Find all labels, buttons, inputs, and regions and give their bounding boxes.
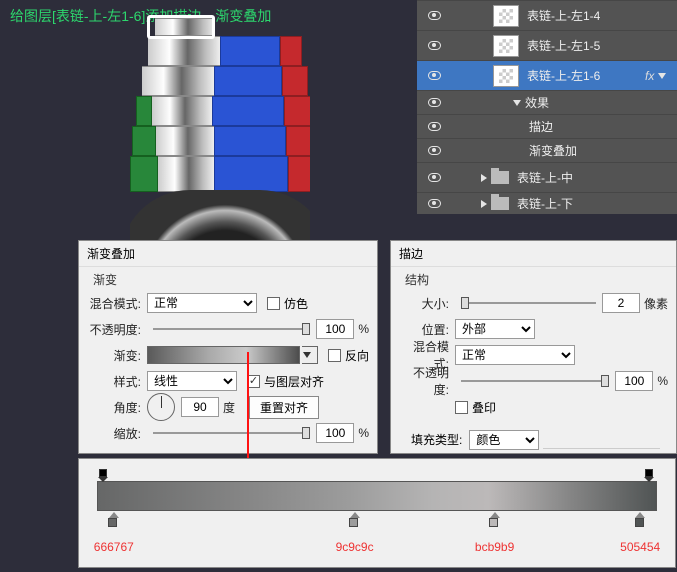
- dither-checkbox[interactable]: [267, 297, 280, 310]
- stop-hex: bcb9b9: [475, 540, 514, 554]
- panel-title: 渐变叠加: [79, 241, 377, 267]
- reverse-checkbox[interactable]: [328, 349, 341, 362]
- angle-wheel[interactable]: [147, 393, 175, 421]
- effect-grad-row[interactable]: 渐变叠加: [417, 138, 677, 162]
- blend-mode-label: 混合模式:: [87, 295, 147, 312]
- gradient-dropdown[interactable]: [302, 346, 318, 364]
- size-slider[interactable]: [461, 295, 596, 311]
- stop-hex: 505454: [620, 540, 660, 554]
- layer-name: 表链-上-下: [517, 195, 677, 212]
- size-label: 大小:: [399, 295, 455, 312]
- layer-group-row[interactable]: 表链-上-中: [417, 162, 677, 192]
- overprint-checkbox[interactable]: [455, 401, 468, 414]
- gradient-label: 渐变:: [87, 347, 147, 364]
- section-label: 渐变: [79, 267, 377, 290]
- effect-label: 描边: [529, 118, 553, 135]
- opacity-label: 不透明度:: [87, 321, 147, 338]
- chevron-down-icon[interactable]: [658, 73, 666, 79]
- layer-thumb: [493, 5, 519, 27]
- unit-percent: %: [657, 374, 668, 388]
- angle-unit: 度: [223, 399, 235, 416]
- chevron-down-icon[interactable]: [513, 100, 521, 106]
- layer-thumb: [493, 65, 519, 87]
- layer-row[interactable]: 表链-上-左1-4: [417, 0, 677, 30]
- color-stop[interactable]: [350, 512, 360, 527]
- effects-header-row[interactable]: 效果: [417, 90, 677, 114]
- dither-label: 仿色: [284, 295, 308, 312]
- canvas-preview: [30, 18, 390, 243]
- visibility-toggle[interactable]: [417, 146, 451, 155]
- size-unit: 像素: [644, 295, 668, 312]
- chevron-right-icon[interactable]: [481, 200, 487, 208]
- effect-label: 渐变叠加: [529, 142, 577, 159]
- opacity-input[interactable]: [316, 319, 354, 339]
- gradient-overlay-panel: 渐变叠加 渐变 混合模式: 正常 仿色 不透明度: % 渐变: 反向 样式: 线…: [78, 240, 378, 454]
- angle-label: 角度:: [87, 399, 147, 416]
- layer-name: 表链-上-中: [517, 169, 677, 186]
- opacity-input[interactable]: [615, 371, 653, 391]
- layer-row-selected[interactable]: 表链-上-左1-6 fx: [417, 60, 677, 90]
- fx-badge: fx: [645, 69, 654, 83]
- annotation-arrow: [247, 352, 249, 462]
- visibility-toggle[interactable]: [417, 41, 451, 50]
- panel-title: 描边: [391, 241, 676, 267]
- size-input[interactable]: [602, 293, 640, 313]
- scale-slider[interactable]: [153, 425, 310, 441]
- effect-stroke-row[interactable]: 描边: [417, 114, 677, 138]
- position-select[interactable]: 外部: [455, 319, 535, 339]
- visibility-toggle[interactable]: [417, 98, 451, 107]
- visibility-toggle[interactable]: [417, 11, 451, 20]
- visibility-toggle[interactable]: [417, 199, 451, 208]
- visibility-toggle[interactable]: [417, 71, 451, 80]
- layer-row[interactable]: 表链-上-左1-5: [417, 30, 677, 60]
- style-select[interactable]: 线性: [147, 371, 237, 391]
- angle-input[interactable]: [181, 397, 219, 417]
- color-stop[interactable]: [490, 512, 500, 527]
- layer-name: 表链-上-左1-4: [527, 7, 677, 24]
- unit-percent: %: [358, 426, 369, 440]
- stop-hex: 666767: [94, 540, 134, 554]
- opacity-slider[interactable]: [153, 321, 310, 337]
- filltype-legend: 填充类型: 颜色: [407, 430, 543, 450]
- scale-input[interactable]: [316, 423, 354, 443]
- layer-group-row[interactable]: 表链-上-下: [417, 192, 677, 214]
- folder-icon: [491, 197, 509, 210]
- opacity-label: 不透明度:: [399, 364, 455, 398]
- visibility-toggle[interactable]: [417, 122, 451, 131]
- chevron-right-icon[interactable]: [481, 174, 487, 182]
- effects-label: 效果: [525, 94, 549, 111]
- style-label: 样式:: [87, 373, 147, 390]
- color-stops-track[interactable]: [97, 512, 657, 526]
- opacity-stop[interactable]: [99, 469, 109, 481]
- section-label: 结构: [391, 267, 676, 290]
- folder-icon: [491, 171, 509, 184]
- layers-panel: 表链-上-左1-4 表链-上-左1-5 表链-上-左1-6 fx 效果 描边 渐…: [417, 0, 677, 214]
- selection-highlight: [147, 15, 215, 39]
- filltype-select[interactable]: 颜色: [469, 430, 539, 450]
- blend-mode-select[interactable]: 正常: [455, 345, 575, 365]
- reverse-label: 反向: [345, 347, 369, 364]
- layer-name: 表链-上-左1-5: [527, 37, 677, 54]
- color-stop[interactable]: [635, 512, 645, 527]
- gradient-editor: 666767 9c9c9c bcb9b9 505454: [78, 458, 676, 568]
- gradient-swatch[interactable]: [147, 346, 300, 364]
- reset-align-button[interactable]: 重置对齐: [249, 396, 319, 419]
- unit-percent: %: [358, 322, 369, 336]
- visibility-toggle[interactable]: [417, 173, 451, 182]
- color-stop[interactable]: [109, 512, 119, 527]
- opacity-slider[interactable]: [461, 373, 609, 389]
- layer-name: 表链-上-左1-6: [527, 67, 645, 84]
- align-label: 与图层对齐: [264, 373, 324, 390]
- layer-thumb: [493, 35, 519, 57]
- blend-mode-select[interactable]: 正常: [147, 293, 257, 313]
- stop-hex: 9c9c9c: [336, 540, 374, 554]
- overprint-label: 叠印: [472, 399, 496, 416]
- gradient-bar[interactable]: [97, 481, 657, 511]
- scale-label: 缩放:: [87, 425, 147, 442]
- stroke-panel: 描边 结构 大小: 像素 位置: 外部 混合模式: 正常 不透明度: % 叠印 …: [390, 240, 677, 454]
- position-label: 位置:: [399, 321, 455, 338]
- opacity-stop[interactable]: [645, 469, 655, 481]
